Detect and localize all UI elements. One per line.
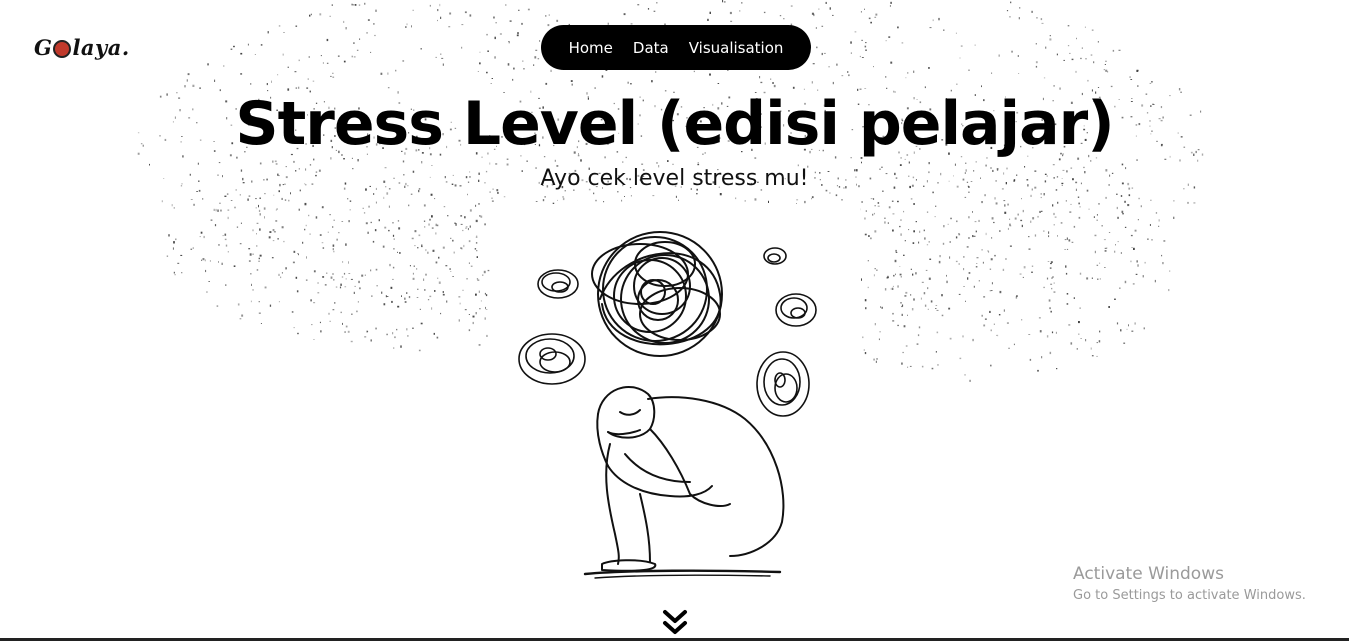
nav-data-link[interactable]: Data — [633, 39, 669, 57]
scroll-down-button[interactable] — [660, 606, 690, 638]
main-nav: Home Data Visualisation — [541, 25, 811, 70]
double-chevron-down-icon — [663, 610, 687, 634]
watermark-title: Activate Windows — [1073, 564, 1224, 584]
stressed-person-illustration — [490, 204, 860, 582]
page-title: Stress Level (edisi pelajar) — [235, 89, 1114, 159]
sitting-person-figure — [583, 385, 785, 579]
watermark-subtitle: Go to Settings to activate Windows. — [1073, 588, 1306, 603]
logo-letter-g: G — [34, 34, 53, 60]
nav-visualisation-link[interactable]: Visualisation — [689, 39, 784, 57]
windows-activation-watermark: Activate Windows Go to Settings to activ… — [1073, 562, 1306, 605]
large-scribble-icon — [591, 231, 723, 357]
logo-text: laya. — [72, 34, 130, 60]
nav-home-link[interactable]: Home — [569, 39, 613, 57]
small-scribble-icons — [518, 247, 817, 417]
brand-logo[interactable]: G laya. — [34, 30, 130, 64]
page-subtitle: Ayo cek level stress mu! — [540, 166, 809, 191]
tomato-icon — [53, 40, 72, 58]
